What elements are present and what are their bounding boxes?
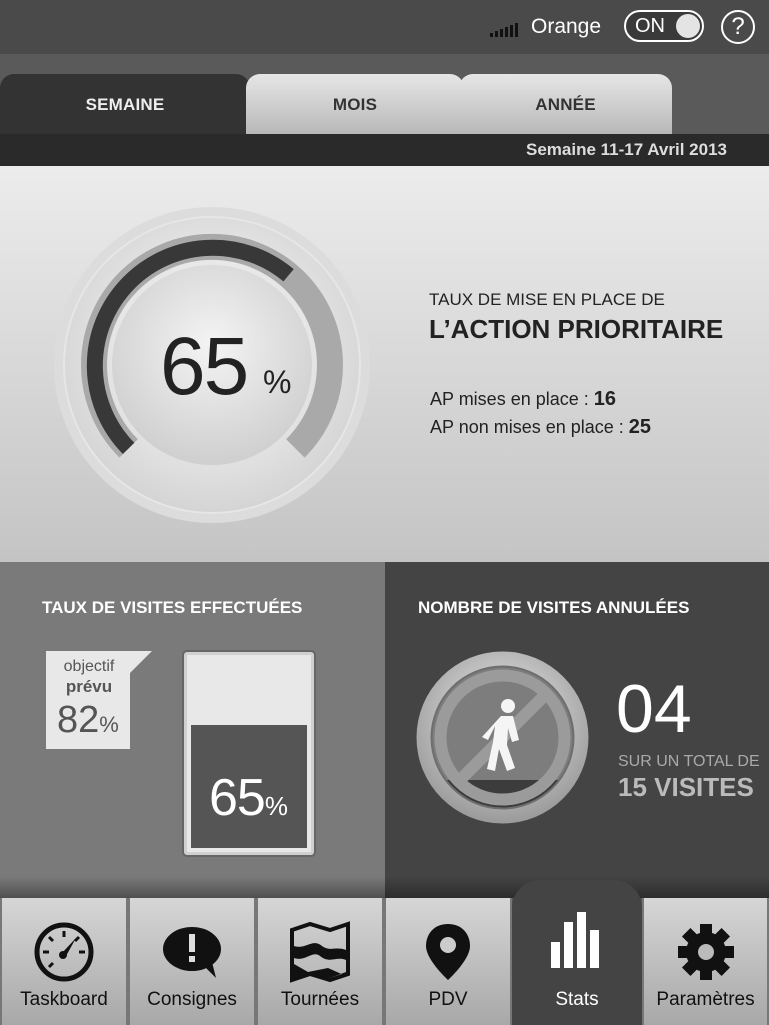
action-prioritaire-panel: 65 % TAUX DE MISE EN PLACE DE L’ACTION P… bbox=[0, 166, 769, 562]
visits-gauge-tube: 65% bbox=[184, 652, 314, 855]
objective-line2: prévu bbox=[65, 677, 113, 696]
visits-title: TAUX DE VISITES EFFECTUÉES bbox=[42, 598, 303, 617]
objective-symbol: % bbox=[99, 712, 119, 737]
ap-mises-value: 16 bbox=[593, 388, 617, 410]
map-pin-icon bbox=[426, 924, 470, 980]
carrier-name: Orange bbox=[531, 15, 602, 38]
online-toggle[interactable]: ON bbox=[624, 10, 704, 42]
nav-label: Paramètres bbox=[656, 989, 755, 1010]
stats-screen: Orange ON ? SEMAINE MOIS ANNÉE Semaine 1… bbox=[0, 0, 769, 1025]
signal-strength-icon bbox=[490, 20, 520, 37]
cancelled-total-label: SUR UN TOTAL DE bbox=[618, 753, 760, 770]
bar-chart-icon bbox=[551, 912, 599, 968]
nav-label: Stats bbox=[555, 989, 599, 1010]
nav-pdv[interactable]: PDV bbox=[384, 898, 512, 1025]
tab-mois[interactable]: MOIS bbox=[246, 74, 464, 134]
ap-mises-label: AP mises en place : bbox=[430, 389, 589, 409]
nav-stats[interactable]: Stats bbox=[512, 880, 642, 1025]
tab-annee[interactable]: ANNÉE bbox=[459, 74, 672, 134]
nav-consignes[interactable]: Consignes bbox=[128, 898, 256, 1025]
nav-label: Consignes bbox=[147, 989, 237, 1010]
nav-label: PDV bbox=[428, 989, 468, 1010]
toggle-knob bbox=[676, 14, 700, 38]
ap-mises-line: AP mises en place : 16 bbox=[430, 388, 616, 411]
visits-value: 65 bbox=[209, 769, 266, 827]
ap-non-mises-line: AP non mises en place : 25 bbox=[430, 416, 651, 439]
action-label: TAUX DE MISE EN PLACE DE bbox=[429, 290, 665, 309]
objective-tag: objectif prévu 82% bbox=[46, 651, 152, 749]
objective-line1: objectif bbox=[63, 658, 115, 675]
objective-value: 82 bbox=[57, 699, 100, 741]
period-label: Semaine 11-17 Avril 2013 bbox=[526, 140, 727, 159]
action-title: L’ACTION PRIORITAIRE bbox=[429, 314, 724, 344]
speedometer-icon bbox=[34, 922, 94, 982]
visits-rate-panel: TAUX DE VISITES EFFECTUÉES objectif prév… bbox=[0, 562, 385, 898]
cancelled-title: NOMBRE DE VISITES ANNULÉES bbox=[418, 598, 690, 617]
no-walking-icon bbox=[416, 651, 589, 824]
panel-shadow bbox=[0, 876, 769, 898]
status-bar: Orange ON ? bbox=[0, 0, 769, 54]
period-tabs: SEMAINE MOIS ANNÉE bbox=[0, 54, 769, 134]
nav-parametres[interactable]: Paramètres bbox=[642, 898, 769, 1025]
map-icon bbox=[290, 921, 350, 983]
alert-bubble-icon bbox=[163, 927, 221, 978]
toggle-label: ON bbox=[635, 15, 665, 37]
nav-label: Tournées bbox=[280, 989, 360, 1010]
cancelled-count: 04 bbox=[616, 671, 692, 747]
cancelled-total-value: 15 VISITES bbox=[618, 772, 754, 802]
visits-value-line: 65% bbox=[209, 768, 288, 828]
action-percent-symbol: % bbox=[263, 364, 292, 400]
bottom-navigation: Taskboard Consignes Tournées PDV Stats P… bbox=[0, 880, 769, 1025]
nav-label: Taskboard bbox=[20, 989, 108, 1010]
visits-symbol: % bbox=[264, 791, 288, 821]
ap-non-mises-label: AP non mises en place : bbox=[430, 417, 624, 437]
tab-semaine[interactable]: SEMAINE bbox=[0, 74, 250, 134]
action-percent: 65 bbox=[160, 321, 249, 412]
cancelled-visits-panel: NOMBRE DE VISITES ANNULÉES 04 SUR UN TOT… bbox=[385, 562, 769, 898]
nav-tournees[interactable]: Tournées bbox=[256, 898, 384, 1025]
help-button[interactable]: ? bbox=[721, 10, 755, 44]
objective-value-line: 82% bbox=[57, 699, 119, 742]
period-bar: Semaine 11-17 Avril 2013 bbox=[0, 134, 769, 166]
nav-taskboard[interactable]: Taskboard bbox=[0, 898, 128, 1025]
gear-icon bbox=[677, 924, 734, 980]
ap-non-mises-value: 25 bbox=[628, 416, 652, 438]
